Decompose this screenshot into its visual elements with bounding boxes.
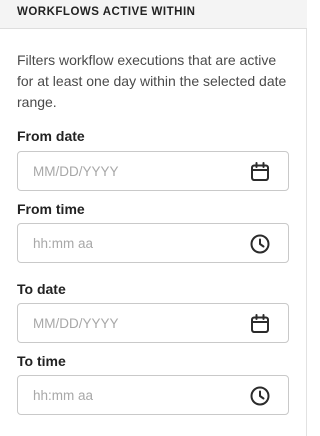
from-time-input[interactable] (33, 224, 243, 262)
to-time-label: To time (17, 353, 66, 369)
to-time-field[interactable] (17, 375, 289, 415)
calendar-icon[interactable] (249, 161, 271, 183)
clock-icon[interactable] (249, 233, 271, 255)
section-title: WORKFLOWS ACTIVE WITHIN (17, 6, 196, 18)
from-time-field[interactable] (17, 223, 289, 263)
section-header: WORKFLOWS ACTIVE WITHIN (0, 0, 307, 29)
calendar-icon[interactable] (249, 313, 271, 335)
from-date-input[interactable] (33, 152, 243, 190)
to-time-input[interactable] (33, 376, 243, 414)
from-time-label: From time (17, 201, 85, 217)
to-date-input[interactable] (33, 304, 243, 342)
to-date-label: To date (17, 281, 66, 297)
clock-icon[interactable] (249, 385, 271, 407)
to-date-field[interactable] (17, 303, 289, 343)
filter-description: Filters workflow executions that are act… (17, 52, 287, 110)
filter-panel: Filters workflow executions that are act… (0, 29, 307, 436)
from-date-label: From date (17, 128, 85, 144)
from-date-field[interactable] (17, 151, 289, 191)
